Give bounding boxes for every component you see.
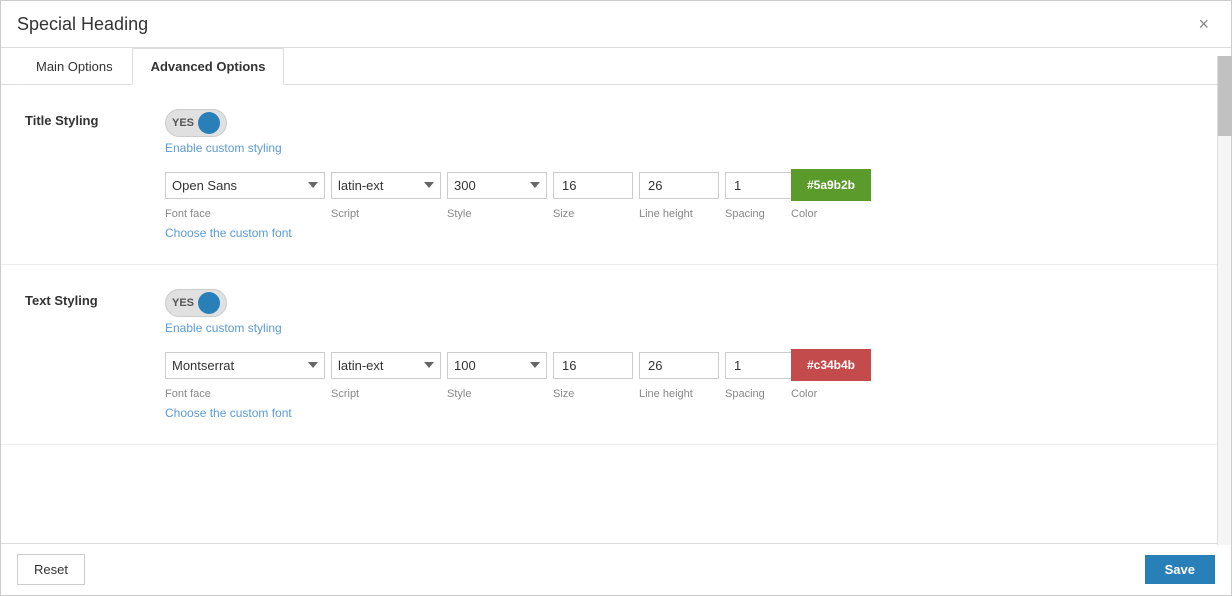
text-styling-label: Text Styling — [25, 289, 145, 308]
scrollbar-track[interactable] — [1217, 56, 1231, 545]
text-size-label: Size — [553, 388, 574, 400]
text-enable-label: Enable custom styling — [165, 321, 1207, 335]
dialog-footer: Reset Save — [1, 543, 1231, 595]
close-button[interactable]: × — [1192, 13, 1215, 35]
title-font-face-select[interactable]: Open Sans Arial Montserrat — [165, 172, 325, 199]
title-controls-row: Open Sans Arial Montserrat latin-ext lat… — [165, 169, 1207, 201]
text-font-face-select[interactable]: Montserrat Open Sans Arial — [165, 352, 325, 379]
title-font-face-group: Open Sans Arial Montserrat — [165, 172, 325, 199]
text-font-face-label: Font face — [165, 388, 211, 400]
title-styling-content: YES Enable custom styling Open Sans Aria… — [165, 109, 1207, 240]
text-spacing-group — [725, 352, 785, 379]
text-styling-section: Text Styling YES Enable custom styling M… — [1, 265, 1231, 445]
title-lineheight-group — [639, 172, 719, 199]
text-lineheight-group — [639, 352, 719, 379]
title-styling-label: Title Styling — [25, 109, 145, 128]
title-toggle-dot — [198, 112, 220, 134]
text-lineheight-label: Line height — [639, 388, 693, 400]
title-lineheight-label: Line height — [639, 208, 693, 220]
title-color-button[interactable]: #5a9b2b — [791, 169, 871, 201]
dialog: Special Heading × Main Options Advanced … — [0, 0, 1232, 596]
title-toggle-yes-label: YES — [172, 117, 194, 129]
title-color-group: #5a9b2b — [791, 169, 871, 201]
scrollbar-thumb[interactable] — [1218, 56, 1232, 136]
title-size-input[interactable] — [553, 172, 633, 199]
text-script-group: latin-ext latin cyrillic — [331, 352, 441, 379]
title-spacing-label: Spacing — [725, 208, 765, 220]
title-styling-section: Title Styling YES Enable custom styling … — [1, 85, 1231, 265]
text-lineheight-input[interactable] — [639, 352, 719, 379]
text-toggle[interactable]: YES — [165, 289, 227, 317]
text-size-group — [553, 352, 633, 379]
text-toggle-row: YES — [165, 289, 1207, 317]
tabs-bar: Main Options Advanced Options — [1, 48, 1231, 85]
title-font-face-label: Font face — [165, 208, 211, 220]
text-script-select[interactable]: latin-ext latin cyrillic — [331, 352, 441, 379]
title-script-group: latin-ext latin cyrillic — [331, 172, 441, 199]
title-labels-row: Font face Script Style Size Line height … — [165, 205, 1207, 220]
text-font-face-group: Montserrat Open Sans Arial — [165, 352, 325, 379]
tab-main-options[interactable]: Main Options — [17, 48, 132, 85]
text-color-group: #c34b4b — [791, 349, 871, 381]
text-script-label: Script — [331, 388, 359, 400]
title-spacing-group — [725, 172, 785, 199]
title-custom-font-link[interactable]: Choose the custom font — [165, 226, 1207, 240]
text-spacing-label: Spacing — [725, 388, 765, 400]
text-styling-content: YES Enable custom styling Montserrat Ope… — [165, 289, 1207, 420]
save-button[interactable]: Save — [1145, 555, 1215, 584]
text-toggle-dot — [198, 292, 220, 314]
text-custom-font-link[interactable]: Choose the custom font — [165, 406, 1207, 420]
text-labels-row: Font face Script Style Size Line height … — [165, 385, 1207, 400]
text-controls-row: Montserrat Open Sans Arial latin-ext lat… — [165, 349, 1207, 381]
dialog-body: Title Styling YES Enable custom styling … — [1, 85, 1231, 543]
reset-button[interactable]: Reset — [17, 554, 85, 585]
title-style-label: Style — [447, 208, 471, 220]
title-lineheight-input[interactable] — [639, 172, 719, 199]
text-size-input[interactable] — [553, 352, 633, 379]
text-color-label: Color — [791, 388, 817, 400]
title-size-label: Size — [553, 208, 574, 220]
dialog-header: Special Heading × — [1, 1, 1231, 48]
text-style-select[interactable]: 100 300 400 700 — [447, 352, 547, 379]
title-toggle-row: YES — [165, 109, 1207, 137]
title-size-group — [553, 172, 633, 199]
title-style-group: 300 400 700 — [447, 172, 547, 199]
title-style-select[interactable]: 300 400 700 — [447, 172, 547, 199]
title-color-label: Color — [791, 208, 817, 220]
title-toggle[interactable]: YES — [165, 109, 227, 137]
text-style-group: 100 300 400 700 — [447, 352, 547, 379]
text-toggle-yes-label: YES — [172, 297, 194, 309]
text-style-label: Style — [447, 388, 471, 400]
title-script-label: Script — [331, 208, 359, 220]
title-script-select[interactable]: latin-ext latin cyrillic — [331, 172, 441, 199]
tab-advanced-options[interactable]: Advanced Options — [132, 48, 285, 85]
title-enable-label: Enable custom styling — [165, 141, 1207, 155]
text-color-button[interactable]: #c34b4b — [791, 349, 871, 381]
dialog-title: Special Heading — [17, 14, 148, 35]
